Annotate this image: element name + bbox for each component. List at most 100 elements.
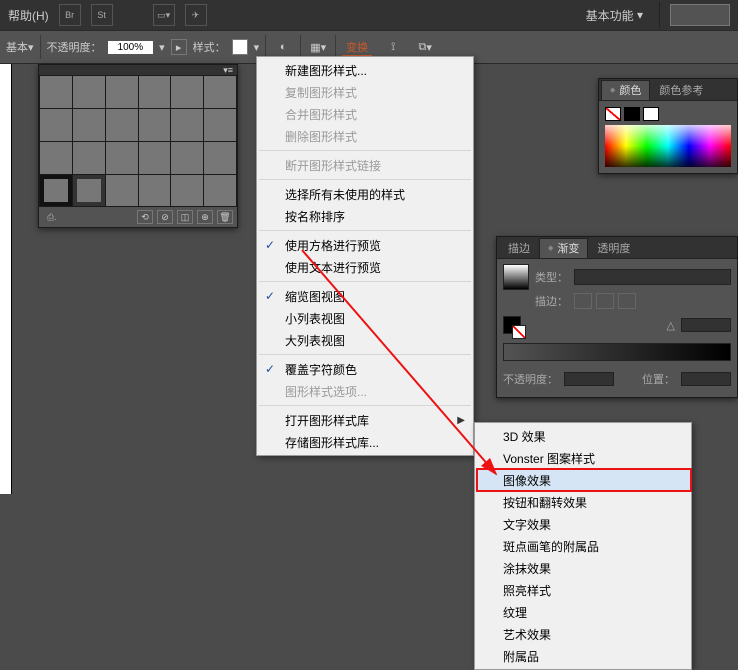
stop-position-field[interactable]	[681, 372, 731, 386]
style-swatch[interactable]	[232, 39, 248, 55]
submenu-item[interactable]: 文字效果	[475, 513, 691, 535]
menu-item[interactable]: 打开图形样式库▶	[257, 409, 473, 431]
submenu-item[interactable]: 3D 效果	[475, 425, 691, 447]
opacity-value[interactable]: 100%	[108, 41, 154, 54]
toggle-icon[interactable]: ◫	[177, 210, 193, 224]
style-thumbnail[interactable]	[40, 175, 72, 207]
canvas[interactable]	[0, 64, 12, 494]
style-thumbnail[interactable]	[40, 142, 72, 174]
stroke-align-2[interactable]	[596, 293, 614, 309]
submenu-item[interactable]: 涂抹效果	[475, 557, 691, 579]
panel-menu-icon[interactable]: ▾≡	[223, 65, 233, 76]
fill-none-swatch[interactable]	[605, 107, 621, 121]
menu-item[interactable]: ✓覆盖字符颜色	[257, 358, 473, 380]
style-thumbnail[interactable]	[106, 109, 138, 141]
tab-color[interactable]: 颜色	[601, 80, 650, 100]
style-thumbnail[interactable]	[73, 76, 105, 108]
menu-item-label: 复制图形样式	[285, 84, 357, 101]
menu-item[interactable]: 按名称排序	[257, 205, 473, 227]
arrange-button[interactable]: ▭▾	[153, 4, 175, 26]
tab-color-guide[interactable]: 颜色参考	[650, 80, 712, 100]
style-thumbnail[interactable]	[139, 175, 171, 207]
stop-opacity-field[interactable]	[564, 372, 614, 386]
open-library-submenu: 3D 效果Vonster 图案样式图像效果按钮和翻转效果文字效果斑点画笔的附属品…	[474, 422, 692, 670]
gradient-preview-swatch[interactable]	[503, 264, 529, 290]
style-thumbnail[interactable]	[171, 76, 203, 108]
style-thumbnail[interactable]	[40, 76, 72, 108]
style-thumbnail[interactable]	[204, 76, 236, 108]
menu-item: 删除图形样式	[257, 125, 473, 147]
menu-item-label: 新建图形样式...	[285, 62, 367, 79]
style-thumbnail[interactable]	[73, 109, 105, 141]
menu-item[interactable]: 小列表视图	[257, 307, 473, 329]
style-thumbnail[interactable]	[204, 175, 236, 207]
style-thumbnail[interactable]	[106, 76, 138, 108]
menu-item[interactable]: 存储图形样式库...	[257, 431, 473, 453]
style-thumbnail[interactable]	[139, 109, 171, 141]
menu-item[interactable]: 使用文本进行预览	[257, 256, 473, 278]
tab-gradient[interactable]: 渐变	[539, 238, 588, 258]
style-dropdown[interactable]: ▾	[254, 41, 260, 54]
style-thumbnail[interactable]	[106, 175, 138, 207]
menu-item[interactable]: 选择所有未使用的样式	[257, 183, 473, 205]
style-thumbnail[interactable]	[73, 142, 105, 174]
search-input[interactable]	[670, 4, 730, 26]
style-thumbnail[interactable]	[139, 142, 171, 174]
menu-item[interactable]: ✓缩览图视图	[257, 285, 473, 307]
tab-stroke[interactable]: 描边	[499, 238, 539, 258]
stroke-row-label: 描边：	[535, 293, 568, 309]
tab-transparency[interactable]: 透明度	[588, 238, 639, 258]
menu-item[interactable]: 大列表视图	[257, 329, 473, 351]
menu-item-label: 删除图形样式	[285, 128, 357, 145]
transform-button[interactable]: 变换	[342, 39, 372, 56]
stock-button[interactable]: St	[91, 4, 113, 26]
style-thumbnail[interactable]	[73, 175, 105, 207]
submenu-item[interactable]: 图像效果	[475, 469, 691, 491]
menubar: 帮助(H) Br St ▭▾ ✈ 基本功能 ▾	[0, 0, 738, 30]
submenu-item[interactable]: 照亮样式	[475, 579, 691, 601]
style-thumbnail[interactable]	[139, 76, 171, 108]
style-thumbnail[interactable]	[204, 142, 236, 174]
workspace-switcher[interactable]: 基本功能 ▾	[580, 7, 649, 24]
submenu-arrow-icon: ▶	[457, 415, 465, 426]
break-link-icon[interactable]: ⟲	[137, 210, 153, 224]
style-thumbnail[interactable]	[204, 109, 236, 141]
opacity-label: 不透明度：	[47, 39, 102, 55]
gradient-ramp[interactable]	[503, 343, 731, 361]
style-thumbnail[interactable]	[106, 142, 138, 174]
menu-divider	[259, 150, 471, 151]
fill-stroke-proxy[interactable]	[503, 316, 521, 334]
fill-white-swatch[interactable]	[643, 107, 659, 121]
submenu-item[interactable]: 斑点画笔的附属品	[475, 535, 691, 557]
trash-icon[interactable]: 🗑	[217, 210, 233, 224]
menu-item[interactable]: ✓使用方格进行预览	[257, 234, 473, 256]
new-style-icon[interactable]: ⊕	[197, 210, 213, 224]
style-thumbnail[interactable]	[171, 109, 203, 141]
submenu-item[interactable]: 附属品	[475, 645, 691, 667]
bridge-button[interactable]: Br	[59, 4, 81, 26]
help-menu[interactable]: 帮助(H)	[8, 7, 49, 24]
style-thumbnail[interactable]	[171, 175, 203, 207]
grid-icon[interactable]: ▦▾	[307, 36, 329, 58]
angle-field[interactable]	[681, 318, 731, 332]
submenu-item[interactable]: 纹理	[475, 601, 691, 623]
submenu-item[interactable]: Vonster 图案样式	[475, 447, 691, 469]
stroke-align-1[interactable]	[574, 293, 592, 309]
color-spectrum[interactable]	[605, 125, 731, 167]
opacity-dropdown[interactable]: ▾	[159, 41, 165, 54]
opacity-stepper[interactable]: ▸	[171, 39, 187, 55]
gradient-type-field[interactable]	[574, 269, 731, 285]
submenu-item[interactable]: 艺术效果	[475, 623, 691, 645]
menu-item-label: 图形样式选项...	[285, 383, 367, 400]
no-style-icon[interactable]: ⊘	[157, 210, 173, 224]
align-icon-1[interactable]: ⟟	[382, 36, 404, 58]
fill-black-swatch[interactable]	[624, 107, 640, 121]
style-thumbnail[interactable]	[40, 109, 72, 141]
menu-item[interactable]: 新建图形样式...	[257, 59, 473, 81]
style-thumbnail[interactable]	[171, 142, 203, 174]
stroke-align-3[interactable]	[618, 293, 636, 309]
gpu-button[interactable]: ✈	[185, 4, 207, 26]
align-icon-2[interactable]: ⧉▾	[414, 36, 436, 58]
submenu-item[interactable]: 按钮和翻转效果	[475, 491, 691, 513]
globe-icon[interactable]: ◐	[272, 36, 294, 58]
